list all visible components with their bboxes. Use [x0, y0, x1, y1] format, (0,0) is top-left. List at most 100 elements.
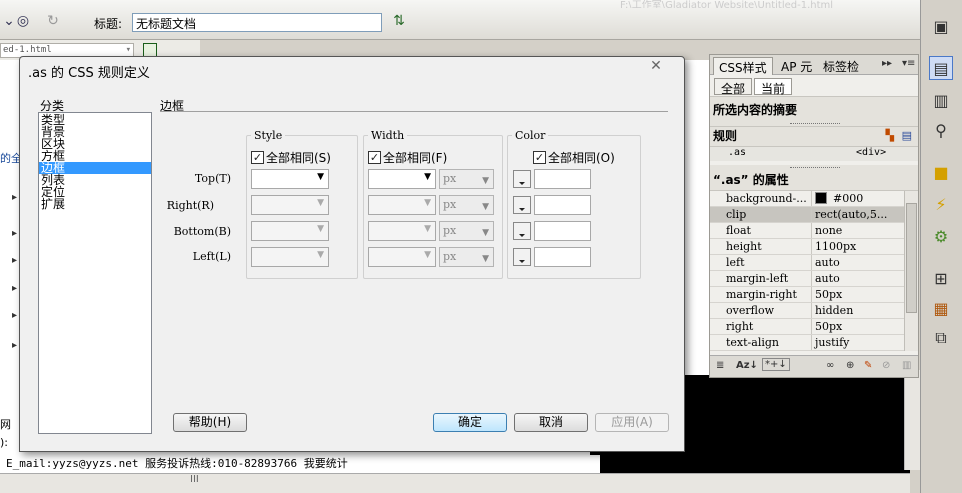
edit-icon[interactable]: ✎: [864, 360, 872, 371]
css-styles-icon[interactable]: ▤: [929, 56, 953, 80]
width-right-select[interactable]: ▼: [368, 195, 436, 215]
color-same-checkbox[interactable]: ✓ 全部相同(O): [533, 149, 615, 166]
list-view-icon[interactable]: ≣: [716, 360, 724, 371]
property-value[interactable]: auto: [812, 255, 904, 270]
databases-icon[interactable]: ⚙: [929, 224, 953, 248]
horizontal-scrollbar[interactable]: III: [0, 473, 910, 493]
property-value[interactable]: 50px: [812, 319, 904, 334]
help-button[interactable]: 帮助(H): [173, 413, 247, 432]
tab-tag-inspector[interactable]: 标签检: [818, 57, 864, 75]
property-value[interactable]: justify: [812, 335, 904, 350]
assets-icon[interactable]: ▦: [929, 296, 953, 320]
vertical-scrollbar[interactable]: [904, 370, 920, 470]
property-row[interactable]: clip rect(auto,5...: [710, 207, 904, 223]
rule-info-icon[interactable]: ▤: [902, 126, 912, 145]
property-row[interactable]: overflow hidden: [710, 303, 904, 319]
style-right-select[interactable]: ▼: [251, 195, 329, 215]
close-icon[interactable]: ✕: [648, 58, 664, 74]
style-bottom-select[interactable]: ▼: [251, 221, 329, 241]
property-value-text: 1100px: [815, 240, 857, 253]
page-title-label: 标题:: [94, 17, 123, 31]
color-bottom-input[interactable]: [534, 221, 591, 241]
checkbox-box[interactable]: ✓: [368, 151, 381, 164]
current-mode-button[interactable]: 当前: [754, 78, 793, 96]
width-bottom-unit[interactable]: px ▼: [439, 221, 494, 241]
property-row[interactable]: left auto: [710, 255, 904, 271]
width-same-checkbox[interactable]: ✓ 全部相同(F): [368, 149, 447, 166]
resize-grip[interactable]: [790, 123, 840, 124]
property-value[interactable]: 50px: [812, 287, 904, 302]
color-bottom-picker[interactable]: [513, 222, 531, 240]
property-row[interactable]: background-... #000: [710, 191, 904, 207]
property-row[interactable]: margin-right 50px: [710, 287, 904, 303]
tag-inspector-icon[interactable]: ⚲: [929, 118, 953, 142]
width-bottom-select[interactable]: ▼: [368, 221, 436, 241]
color-top-picker[interactable]: [513, 170, 531, 188]
scroll-thumb[interactable]: [906, 203, 917, 313]
width-left-unit[interactable]: px ▼: [439, 247, 494, 267]
property-row[interactable]: float none: [710, 223, 904, 239]
tab-css-styles[interactable]: CSS样式: [713, 57, 773, 75]
file-options-icon[interactable]: [143, 43, 157, 57]
property-value[interactable]: none: [812, 223, 904, 238]
behaviors-icon[interactable]: ■: [929, 160, 953, 184]
server-behaviors-icon[interactable]: ⚡: [929, 192, 953, 216]
attach-icon[interactable]: ∞: [826, 360, 834, 371]
width-top-unit[interactable]: px ▼: [439, 169, 494, 189]
all-mode-button[interactable]: 全部: [714, 78, 753, 96]
expand-icon[interactable]: ▸▸: [882, 58, 892, 69]
sort-az-icon[interactable]: Az↓: [736, 360, 758, 371]
apply-button[interactable]: 应用(A): [595, 413, 669, 432]
width-left-select[interactable]: ▼: [368, 247, 436, 267]
rule-row[interactable]: .as <div>: [710, 147, 918, 161]
tab-ap-elements[interactable]: AP 元: [776, 57, 817, 75]
chevron-down-icon: ▼: [482, 176, 489, 186]
chevron-down-icon: ▼: [317, 172, 324, 182]
property-value[interactable]: #000: [812, 191, 904, 206]
width-top-select[interactable]: ▼: [368, 169, 436, 189]
width-right-unit[interactable]: px ▼: [439, 195, 494, 215]
cascade-icon[interactable]: ▚: [886, 126, 894, 145]
color-top-input[interactable]: [534, 169, 591, 189]
ok-button[interactable]: 确定: [433, 413, 507, 432]
color-right-picker[interactable]: [513, 196, 531, 214]
snippets-icon[interactable]: ⧉: [929, 326, 953, 350]
style-same-checkbox[interactable]: ✓ 全部相同(S): [251, 149, 331, 166]
property-row[interactable]: height 1100px: [710, 239, 904, 255]
property-value[interactable]: hidden: [812, 303, 904, 318]
checkbox-box[interactable]: ✓: [251, 151, 264, 164]
chevron-down-icon: ▼: [317, 250, 324, 260]
show-set-icon[interactable]: *+↓: [762, 358, 790, 371]
property-value[interactable]: 1100px: [812, 239, 904, 254]
panel-menu-icon[interactable]: ▾≡: [902, 58, 915, 69]
ap-elements-icon[interactable]: ▥: [929, 88, 953, 112]
mode-switch: 全部 当前: [710, 75, 918, 97]
color-left-picker[interactable]: [513, 248, 531, 266]
property-row[interactable]: text-align justify: [710, 335, 904, 351]
cancel-button[interactable]: 取消: [514, 413, 588, 432]
style-top-select[interactable]: ▼: [251, 169, 329, 189]
preview-icon[interactable]: ◎: [14, 12, 32, 30]
disable-icon[interactable]: ⊘: [882, 360, 890, 371]
property-value[interactable]: auto: [812, 271, 904, 286]
delete-icon[interactable]: ▥: [902, 360, 911, 371]
row-label-top: Top(T): [194, 172, 231, 185]
insert-panel-icon[interactable]: ▣: [929, 14, 953, 38]
refresh-icon[interactable]: ↻: [44, 12, 62, 30]
validate-icon[interactable]: ⇅: [390, 12, 408, 30]
site-map-icon[interactable]: ⊞: [929, 266, 953, 290]
properties-scrollbar[interactable]: [904, 191, 918, 351]
style-left-select[interactable]: ▼: [251, 247, 329, 267]
new-rule-icon[interactable]: ⊕: [846, 360, 854, 371]
resize-grip[interactable]: [790, 167, 840, 168]
property-row[interactable]: right 50px: [710, 319, 904, 335]
chevron-down-icon: ▼: [424, 224, 431, 234]
property-value[interactable]: rect(auto,5...: [812, 207, 904, 222]
color-left-input[interactable]: [534, 247, 591, 267]
page-title-input[interactable]: 无标题文档: [132, 13, 382, 32]
summary-header: 所选内容的摘要: [710, 97, 918, 127]
color-right-input[interactable]: [534, 195, 591, 215]
rules-title: 规则: [713, 129, 738, 143]
checkbox-box[interactable]: ✓: [533, 151, 546, 164]
property-row[interactable]: margin-left auto: [710, 271, 904, 287]
